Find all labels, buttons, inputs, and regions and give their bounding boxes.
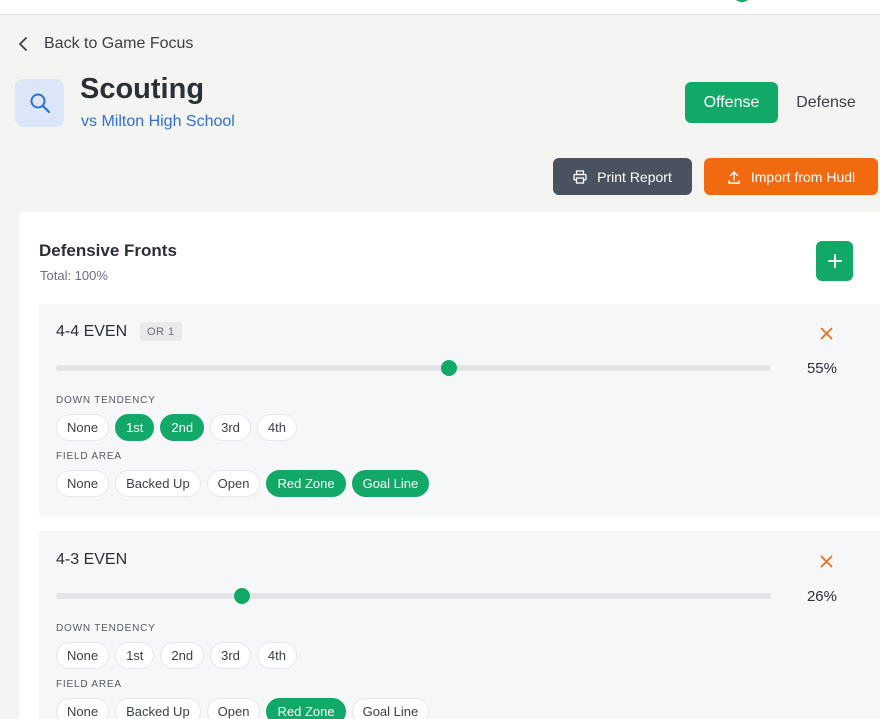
area-chip-red-zone[interactable]: Red Zone bbox=[266, 470, 346, 497]
front-card: 4-3 EVEN 26% DOWN TENDENCY None 1st 2nd … bbox=[39, 531, 880, 719]
area-chip-open[interactable]: Open bbox=[206, 698, 261, 719]
remove-front-button[interactable] bbox=[817, 324, 835, 342]
down-tendency-label: DOWN TENDENCY bbox=[56, 395, 156, 406]
opponent-link[interactable]: vs Milton High School bbox=[81, 113, 235, 131]
area-chips: None Backed Up Open Red Zone Goal Line bbox=[56, 698, 430, 719]
plus-icon bbox=[827, 254, 842, 268]
search-icon-tile bbox=[15, 79, 64, 127]
area-chips: None Backed Up Open Red Zone Goal Line bbox=[56, 470, 430, 497]
down-chip-1st[interactable]: 1st bbox=[115, 642, 155, 669]
down-tendency-label: DOWN TENDENCY bbox=[56, 623, 156, 634]
area-chip-backed-up[interactable]: Backed Up bbox=[115, 470, 201, 497]
down-chip-3rd[interactable]: 3rd bbox=[210, 642, 251, 669]
area-chip-backed-up[interactable]: Backed Up bbox=[115, 698, 201, 719]
down-chip-4th[interactable]: 4th bbox=[256, 642, 297, 669]
user-avatar[interactable] bbox=[732, 0, 752, 2]
close-icon bbox=[820, 327, 832, 339]
tab-defense[interactable]: Defense bbox=[786, 82, 866, 123]
close-icon bbox=[820, 555, 832, 567]
panel-title: Defensive Fronts bbox=[39, 241, 177, 260]
area-chip-none[interactable]: None bbox=[56, 698, 110, 719]
back-link-label: Back to Game Focus bbox=[44, 35, 194, 52]
upload-icon bbox=[728, 170, 740, 184]
back-link[interactable]: Back to Game Focus bbox=[18, 33, 193, 55]
add-front-button[interactable] bbox=[816, 241, 853, 281]
slider-thumb[interactable] bbox=[441, 360, 458, 376]
field-area-label: FIELD AREA bbox=[56, 451, 122, 462]
front-name: 4-4 EVEN bbox=[56, 323, 128, 340]
down-chip-4th[interactable]: 4th bbox=[256, 414, 297, 441]
down-chips: None 1st 2nd 3rd 4th bbox=[56, 642, 297, 669]
slider-thumb[interactable] bbox=[233, 588, 250, 604]
formation-badge: OR 1 bbox=[140, 322, 182, 341]
down-chip-3rd[interactable]: 3rd bbox=[210, 414, 251, 441]
frequency-percent: 55% bbox=[806, 360, 837, 377]
down-chips: None 1st 2nd 3rd 4th bbox=[56, 414, 297, 441]
area-chip-open[interactable]: Open bbox=[206, 470, 261, 497]
panel-total: Total: 100% bbox=[40, 268, 108, 283]
chevron-left-icon bbox=[19, 37, 27, 51]
search-icon bbox=[30, 93, 50, 114]
print-report-button[interactable]: Print Report bbox=[553, 158, 692, 195]
area-chip-goal-line[interactable]: Goal Line bbox=[351, 470, 430, 497]
front-card: 4-4 EVEN OR 1 55% DOWN TENDENCY None 1st… bbox=[39, 304, 880, 516]
import-hudl-button[interactable]: Import from Hudl bbox=[704, 158, 878, 195]
frequency-slider[interactable] bbox=[56, 588, 771, 604]
down-chip-1st[interactable]: 1st bbox=[115, 414, 155, 441]
down-chip-none[interactable]: None bbox=[56, 414, 110, 441]
area-chip-red-zone[interactable]: Red Zone bbox=[266, 698, 346, 719]
top-bar bbox=[0, 0, 880, 15]
down-chip-2nd[interactable]: 2nd bbox=[160, 414, 205, 441]
print-report-label: Print Report bbox=[597, 168, 672, 185]
down-chip-none[interactable]: None bbox=[56, 642, 110, 669]
import-hudl-label: Import from Hudl bbox=[750, 168, 856, 185]
field-area-label: FIELD AREA bbox=[56, 679, 122, 690]
area-chip-none[interactable]: None bbox=[56, 470, 110, 497]
down-chip-2nd[interactable]: 2nd bbox=[160, 642, 205, 669]
front-name: 4-3 EVEN bbox=[56, 551, 128, 568]
remove-front-button[interactable] bbox=[817, 552, 835, 570]
area-chip-goal-line[interactable]: Goal Line bbox=[351, 698, 430, 719]
frequency-percent: 26% bbox=[806, 588, 837, 605]
tab-offense[interactable]: Offense bbox=[685, 82, 778, 123]
printer-icon bbox=[573, 169, 587, 184]
frequency-slider[interactable] bbox=[56, 360, 771, 376]
page-title: Scouting bbox=[80, 73, 205, 105]
